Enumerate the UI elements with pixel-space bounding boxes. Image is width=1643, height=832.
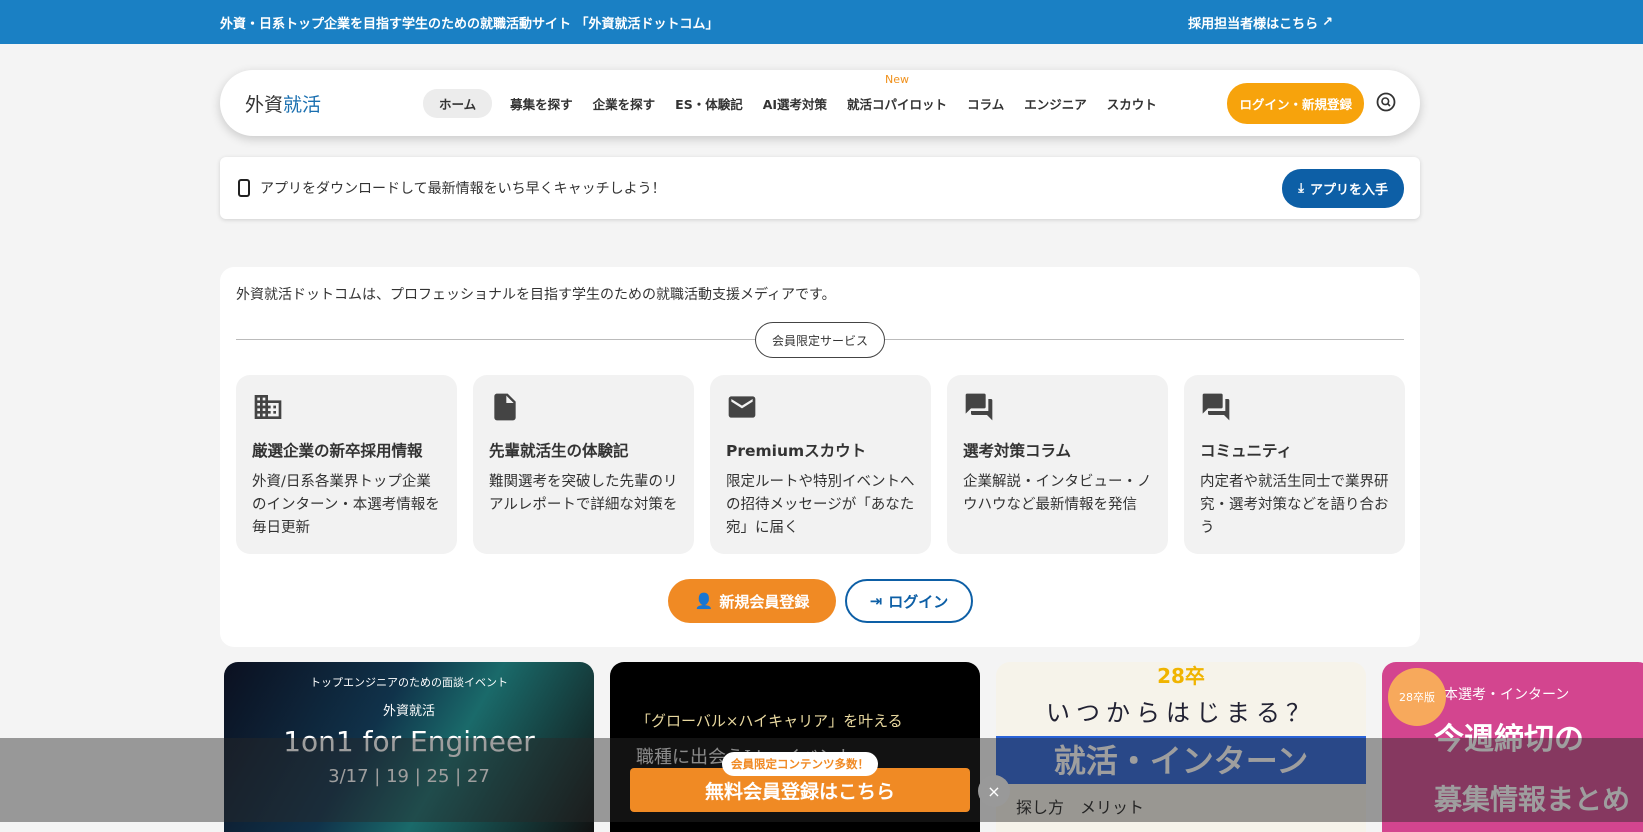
external-link-icon: ↗: [1322, 14, 1333, 30]
site-tagline: 外資・日系トップ企業を目指す学生のための就職活動サイト 「外資就活ドットコム」: [220, 16, 719, 32]
nav-column[interactable]: コラム: [957, 89, 1014, 118]
service-card: 選考対策コラム企業解説・インタビュー・ノウハウなど最新情報を発信: [947, 375, 1168, 554]
banner-text: いつからはじまる？: [1046, 699, 1316, 727]
main-nav: 外資就活 ホーム 募集を探す 企業を探す ES・体験記 AI選考対策 New 就活…: [220, 70, 1420, 136]
banner-text: 外資就活: [382, 704, 435, 719]
logo[interactable]: 外資就活: [245, 90, 423, 117]
app-download-bar: アプリをダウンロードして最新情報をいち早くキャッチしよう！ ⤓ アプリを入手: [220, 157, 1420, 219]
nav-copilot-label: 就活コパイロット: [847, 96, 948, 112]
card-desc: 難関選考を突破した先輩のリアルレポートで詳細な対策を: [489, 474, 678, 513]
section-label: 会員限定サービス: [755, 322, 885, 358]
banner-badge: 28卒版: [1388, 668, 1446, 726]
get-app-button[interactable]: ⤓ アプリを入手: [1282, 169, 1404, 208]
nav-ai[interactable]: AI選考対策: [753, 89, 837, 118]
nav-home[interactable]: ホーム: [423, 88, 493, 118]
members-only-badge: 会員限定コンテンツ多数！: [722, 752, 878, 776]
login-register-button[interactable]: ログイン・新規登録: [1227, 83, 1364, 124]
top-bar: 外資・日系トップ企業を目指す学生のための就職活動サイト 「外資就活ドットコム」 …: [0, 0, 1643, 44]
nav-es[interactable]: ES・体験記: [665, 89, 753, 118]
recruiter-link[interactable]: 採用担当者様はこちら ↗: [1188, 13, 1333, 32]
intro-text: 外資就活ドットコムは、プロフェッショナルを目指す学生のための就職活動支援メディア…: [236, 287, 836, 303]
service-card: 厳選企業の新卒採用情報外資/日系各業界トップ企業のインターン・本選考情報を毎日更…: [236, 375, 457, 554]
building-icon: [254, 395, 282, 419]
banner-text: 28卒: [1157, 664, 1205, 688]
card-title: コミュニティ: [1200, 442, 1293, 460]
banner-text: 「グローバル×ハイキャリア」を叶える: [636, 712, 903, 730]
card-title: 厳選企業の新卒採用情報: [252, 442, 423, 460]
card-desc: 内定者や就活生同士で業界研究・選考対策などを語り合おう: [1200, 474, 1389, 536]
banner-text: 本選考・インターン: [1444, 687, 1570, 703]
smartphone-icon: [238, 179, 250, 197]
document-icon: [494, 393, 516, 421]
search-icon[interactable]: [1376, 92, 1396, 112]
service-card: 先輩就活生の体験記難関選考を突破した先輩のリアルレポートで詳細な対策を: [473, 375, 694, 554]
card-title: 先輩就活生の体験記: [489, 442, 629, 460]
card-title: Premiumスカウト: [726, 442, 867, 460]
add-user-icon: 👤: [694, 592, 714, 610]
download-icon: ⤓: [1298, 181, 1304, 196]
chat-icon: [965, 393, 993, 421]
card-desc: 限定ルートや特別イベントへの招待メッセージが「あなた宛」に届く: [726, 474, 915, 536]
recruiter-link-label: 採用担当者様はこちら: [1188, 16, 1319, 32]
mail-icon: [728, 396, 756, 418]
nav-scout[interactable]: スカウト: [1097, 89, 1167, 118]
login-label: ログイン: [888, 592, 949, 611]
forum-icon: [1202, 393, 1230, 421]
service-card: コミュニティ内定者や就活生同士で業界研究・選考対策などを語り合おう: [1184, 375, 1405, 554]
card-desc: 企業解説・インタビュー・ノウハウなど最新情報を発信: [963, 474, 1152, 513]
register-button[interactable]: 👤 新規会員登録: [668, 579, 836, 623]
new-badge: New: [885, 72, 910, 86]
app-download-text: アプリをダウンロードして最新情報をいち早くキャッチしよう！: [260, 181, 666, 197]
logo-text-accent: 就活: [283, 93, 322, 116]
card-desc: 外資/日系各業界トップ企業のインターン・本選考情報を毎日更新: [252, 474, 440, 536]
services-panel: 外資就活ドットコムは、プロフェッショナルを目指す学生のための就職活動支援メディア…: [220, 267, 1420, 647]
register-label: 新規会員登録: [719, 592, 810, 611]
nav-companies[interactable]: 企業を探す: [583, 89, 666, 118]
login-icon: ⇥: [869, 592, 883, 610]
banner-text: トップエンジニアのための面談イベント: [310, 676, 508, 689]
logo-text: 外資: [245, 93, 284, 116]
login-button[interactable]: ⇥ ログイン: [845, 579, 973, 623]
nav-jobs[interactable]: 募集を探す: [500, 89, 583, 118]
nav-engineer[interactable]: エンジニア: [1014, 89, 1097, 118]
service-card: Premiumスカウト限定ルートや特別イベントへの招待メッセージが「あなた宛」に…: [710, 375, 931, 554]
card-title: 選考対策コラム: [963, 442, 1072, 460]
get-app-label: アプリを入手: [1309, 183, 1388, 198]
close-icon[interactable]: ×: [978, 775, 1010, 807]
nav-copilot[interactable]: New 就活コパイロット: [837, 73, 957, 118]
